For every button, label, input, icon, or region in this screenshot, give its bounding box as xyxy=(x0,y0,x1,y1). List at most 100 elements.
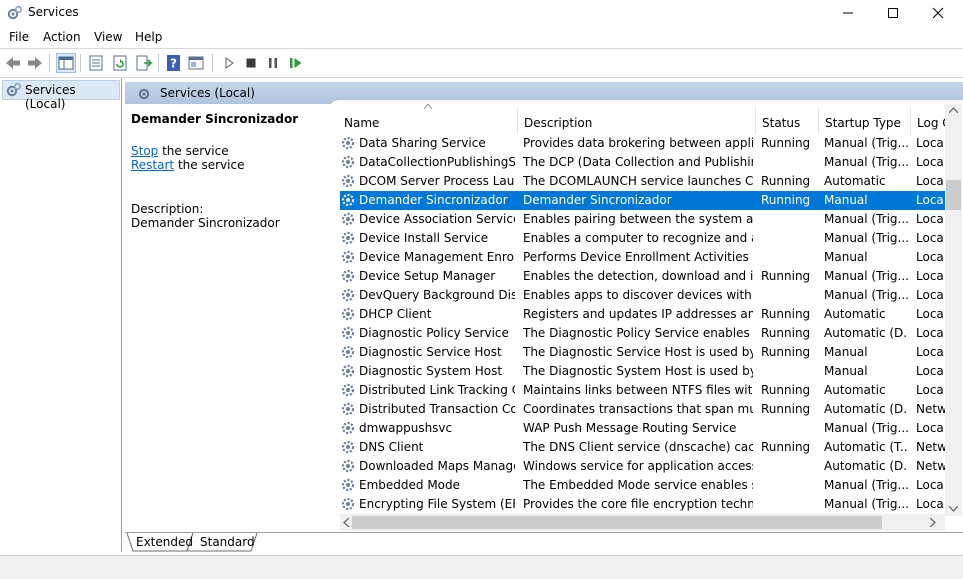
cell-description: Demander Sincronizador xyxy=(523,193,672,207)
column-divider[interactable] xyxy=(755,107,756,134)
export-list-icon[interactable] xyxy=(135,54,153,72)
table-row[interactable]: Device Association Service Enables pairin… xyxy=(340,210,950,229)
cell-description: The Diagnostic Service Host is used by t… xyxy=(523,345,753,359)
cell-name: DHCP Client xyxy=(359,307,432,321)
cell-name: Diagnostic Policy Service xyxy=(359,326,509,340)
service-gear-icon xyxy=(341,269,355,283)
horizontal-scroll-thumb[interactable] xyxy=(352,516,882,529)
restart-service-link[interactable]: Restart xyxy=(131,158,174,172)
menu-help[interactable]: Help xyxy=(135,30,162,44)
service-gear-icon xyxy=(341,307,355,321)
cell-log-on-as: Loca xyxy=(916,345,944,359)
cell-description: The Diagnostic Policy Service enables pr… xyxy=(523,326,753,340)
pause-service-icon[interactable] xyxy=(264,54,282,72)
window-title: Services xyxy=(28,5,79,19)
scroll-up-icon[interactable] xyxy=(949,107,958,113)
service-gear-icon xyxy=(341,421,355,435)
menu-action[interactable]: Action xyxy=(43,30,81,44)
properties-icon[interactable] xyxy=(87,54,105,72)
cell-description: The Embedded Mode service enables sce... xyxy=(523,478,753,492)
cell-description: Enables apps to discover devices with a … xyxy=(523,288,753,302)
column-divider[interactable] xyxy=(818,107,819,134)
table-row[interactable]: Data Sharing Service Provides data broker… xyxy=(340,134,950,153)
cell-description: Maintains links between NTFS files withi… xyxy=(523,383,753,397)
column-header-name[interactable]: Name xyxy=(344,116,379,130)
services-list: Name Description Status Startup Type Log… xyxy=(340,102,963,514)
maximize-icon xyxy=(888,8,898,18)
table-row[interactable]: Diagnostic Policy Service The Diagnostic … xyxy=(340,324,950,343)
stop-link-suffix: the service xyxy=(158,144,229,158)
view-tabs: Extended Standard xyxy=(125,532,963,555)
table-row[interactable]: DevQuery Background Disc... Enables apps … xyxy=(340,286,950,305)
table-row[interactable]: Distributed Link Tracking Cl... Maintains… xyxy=(340,381,950,400)
cell-startup-type: Manual (Trig... xyxy=(824,478,908,492)
table-row[interactable]: Demander Sincronizador Demander Sincroniz… xyxy=(340,191,950,210)
services-gears-icon xyxy=(6,82,22,97)
column-divider[interactable] xyxy=(517,107,518,134)
table-row[interactable]: Distributed Transaction Coo... Coordinate… xyxy=(340,400,950,419)
console-tree: Services (Local) xyxy=(0,78,122,552)
maximize-button[interactable] xyxy=(870,0,916,27)
table-row[interactable]: Device Install Service Enables a computer… xyxy=(340,229,950,248)
column-header-startup-type[interactable]: Startup Type xyxy=(825,116,901,130)
column-header-status[interactable]: Status xyxy=(762,116,800,130)
table-row[interactable]: Diagnostic Service Host The Diagnostic Se… xyxy=(340,343,950,362)
cell-log-on-as: Loca xyxy=(916,383,944,397)
table-row[interactable]: DataCollectionPublishingSe... The DCP (Da… xyxy=(340,153,950,172)
menu-file[interactable]: File xyxy=(9,30,29,44)
table-row[interactable]: DHCP Client Registers and updates IP addr… xyxy=(340,305,950,324)
table-row[interactable]: DNS Client The DNS Client service (dnscac… xyxy=(340,438,950,457)
cell-status: Running xyxy=(761,345,811,359)
cell-name: Data Sharing Service xyxy=(359,136,486,150)
horizontal-scrollbar[interactable] xyxy=(340,514,945,531)
scroll-left-icon[interactable] xyxy=(343,518,349,527)
service-gear-icon xyxy=(341,402,355,416)
vertical-scroll-thumb[interactable] xyxy=(946,180,961,210)
table-row[interactable]: Embedded Mode The Embedded Mode service e… xyxy=(340,476,950,495)
cell-description: The DCP (Data Collection and Publishing.… xyxy=(523,155,753,169)
vertical-scrollbar[interactable] xyxy=(945,104,962,516)
close-button[interactable] xyxy=(915,0,961,27)
cell-startup-type: Manual xyxy=(824,250,868,264)
cell-status: Running xyxy=(761,136,811,150)
service-gear-icon xyxy=(341,288,355,302)
cell-name: Device Association Service xyxy=(359,212,515,226)
help-icon[interactable]: ? xyxy=(165,54,183,72)
forward-arrow-icon[interactable] xyxy=(26,54,44,72)
cell-name: DataCollectionPublishingSe... xyxy=(359,155,515,169)
table-row[interactable]: DCOM Server Process Laun... The DCOMLAUNC… xyxy=(340,172,950,191)
console-window-icon[interactable] xyxy=(187,54,205,72)
cell-status: Running xyxy=(761,402,811,416)
table-row[interactable]: dmwappushsvc WAP Push Message Routing Ser… xyxy=(340,419,950,438)
table-row[interactable]: Encrypting File System (EFS) Provides the… xyxy=(340,495,950,514)
minimize-button[interactable] xyxy=(825,0,871,27)
back-arrow-icon[interactable] xyxy=(4,54,22,72)
stop-service-icon[interactable] xyxy=(242,54,260,72)
scroll-down-icon[interactable] xyxy=(949,506,958,512)
table-row[interactable]: Diagnostic System Host The Diagnostic Sys… xyxy=(340,362,950,381)
tab-standard[interactable]: Standard xyxy=(194,533,261,555)
table-row[interactable]: Downloaded Maps Manager Windows service f… xyxy=(340,457,950,476)
cell-log-on-as: Loca xyxy=(916,326,944,340)
restart-service-icon[interactable] xyxy=(287,54,305,72)
tab-extended[interactable]: Extended xyxy=(130,533,199,555)
cell-name: Device Install Service xyxy=(359,231,489,245)
stop-service-link[interactable]: Stop xyxy=(131,144,158,158)
list-header: Name Description Status Startup Type Log… xyxy=(340,102,952,134)
start-service-icon[interactable] xyxy=(220,54,238,72)
service-gear-icon xyxy=(341,364,355,378)
cell-log-on-as: Loca xyxy=(916,136,944,150)
table-row[interactable]: Device Setup Manager Enables the detectio… xyxy=(340,267,950,286)
tree-item-services-local[interactable]: Services (Local) xyxy=(2,80,120,111)
service-gear-icon xyxy=(341,497,355,511)
service-gear-icon xyxy=(341,174,355,188)
column-divider[interactable] xyxy=(910,107,911,134)
scroll-right-icon[interactable] xyxy=(930,518,936,527)
table-row[interactable]: Device Management Enroll... Performs Devi… xyxy=(340,248,950,267)
cell-description: Coordinates transactions that span multi… xyxy=(523,402,753,416)
cell-log-on-as: Loca xyxy=(916,155,944,169)
menu-view[interactable]: View xyxy=(94,30,122,44)
column-header-description[interactable]: Description xyxy=(524,116,592,130)
console-tree-icon[interactable] xyxy=(56,53,76,73)
refresh-icon[interactable] xyxy=(111,54,129,72)
